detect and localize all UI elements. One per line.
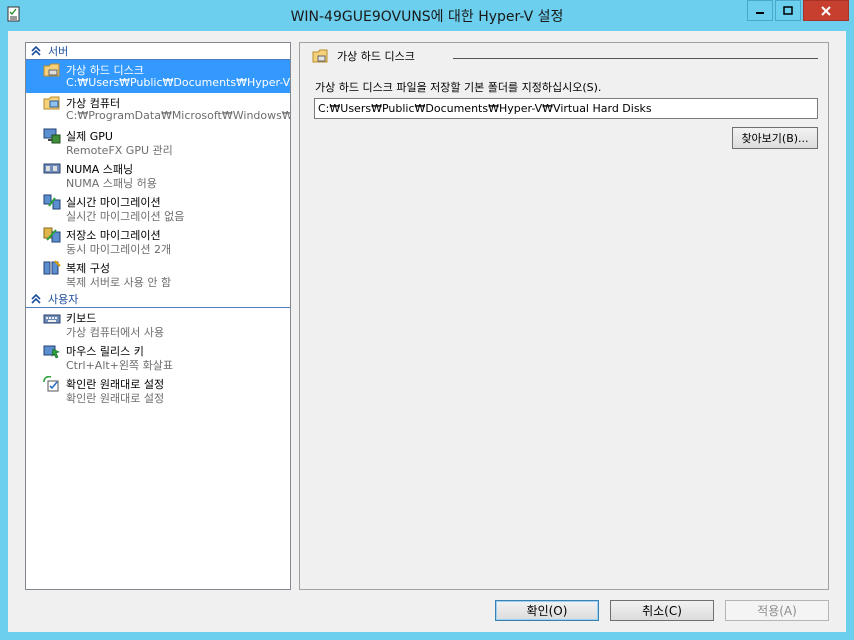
nav-item-title: 확인란 원래대로 설정 xyxy=(66,378,165,390)
mouse-release-icon xyxy=(43,345,60,359)
dialog-client-area: 서버 가상 하드 디스크 C:₩Users₩Public₩Documents₩H… xyxy=(8,31,846,632)
section-header-server[interactable]: 서버 xyxy=(26,43,290,60)
maximize-button[interactable] xyxy=(775,0,801,21)
folder-description: 가상 하드 디스크 파일을 저장할 기본 폴더를 지정하십시오(S). xyxy=(315,81,602,94)
settings-detail-pane: 가상 하드 디스크 가상 하드 디스크 파일을 저장할 기본 폴더를 지정하십시… xyxy=(299,42,829,590)
folder-icon xyxy=(312,49,328,62)
close-button[interactable] xyxy=(803,0,849,21)
cancel-button[interactable]: 취소(C) xyxy=(610,600,714,621)
nav-item-title: 복제 구성 xyxy=(66,262,110,274)
live-migration-icon xyxy=(43,194,61,210)
nav-item-subtitle: C:₩Users₩Public₩Documents₩Hyper-V... xyxy=(66,76,290,89)
numa-icon xyxy=(43,163,61,174)
section-header-label: 서버 xyxy=(48,45,69,58)
nav-item-title: NUMA 스패닝 xyxy=(66,163,134,175)
group-divider xyxy=(453,58,818,59)
nav-item-subtitle: 동시 마이그레이션 2개 xyxy=(66,243,172,256)
nav-item-mouse-release-key[interactable]: 마우스 릴리스 키 Ctrl+Alt+왼쪽 화살표 xyxy=(26,341,290,374)
nav-item-subtitle: RemoteFX GPU 관리 xyxy=(66,144,173,157)
nav-item-subtitle: 실시간 마이그레이션 없음 xyxy=(66,210,185,223)
nav-item-replication-configuration[interactable]: 복제 구성 복제 서버로 사용 안 함 xyxy=(26,258,290,291)
nav-item-subtitle: 확인란 원래대로 설정 xyxy=(66,392,165,405)
nav-item-subtitle: 가상 컴퓨터에서 사용 xyxy=(66,326,165,339)
nav-item-title: 키보드 xyxy=(66,312,97,324)
nav-item-virtual-hard-disks[interactable]: 가상 하드 디스크 C:₩Users₩Public₩Documents₩Hype… xyxy=(26,60,290,93)
nav-item-title: 마우스 릴리스 키 xyxy=(66,345,144,357)
collapse-chevron-icon xyxy=(31,45,41,56)
storage-migration-icon xyxy=(43,227,61,243)
replication-icon xyxy=(43,260,61,275)
folder-vm-icon xyxy=(43,96,60,110)
ok-button[interactable]: 확인(O) xyxy=(495,600,599,621)
nav-item-storage-migrations[interactable]: 저장소 마이그레이션 동시 마이그레이션 2개 xyxy=(26,225,290,258)
close-icon xyxy=(821,5,831,16)
nav-item-physical-gpu[interactable]: 실제 GPU RemoteFX GPU 관리 xyxy=(26,126,290,159)
nav-item-subtitle: Ctrl+Alt+왼쪽 화살표 xyxy=(66,359,173,372)
nav-item-subtitle: 복제 서버로 사용 안 함 xyxy=(66,276,172,289)
collapse-chevron-icon xyxy=(31,293,41,304)
nav-item-title: 가상 하드 디스크 xyxy=(66,64,144,76)
nav-item-numa-spanning[interactable]: NUMA 스패닝 NUMA 스패닝 허용 xyxy=(26,159,290,192)
folder-disk-icon xyxy=(43,63,60,77)
nav-item-reset-check-boxes[interactable]: 확인란 원래대로 설정 확인란 원래대로 설정 xyxy=(26,374,290,407)
nav-item-subtitle: C:₩ProgramData₩Microsoft₩Windows₩... xyxy=(66,109,290,122)
nav-item-virtual-machines[interactable]: 가상 컴퓨터 C:₩ProgramData₩Microsoft₩Windows₩… xyxy=(26,93,290,126)
checkbox-reset-icon xyxy=(43,376,59,392)
nav-item-title: 실시간 마이그레이션 xyxy=(66,196,161,208)
group-title: 가상 하드 디스크 xyxy=(312,48,415,64)
settings-window: WIN-49GUE9OVUNS에 대한 Hyper-V 설정 서버 가상 하드 … xyxy=(0,0,854,640)
minimize-button[interactable] xyxy=(747,0,773,21)
minimize-icon xyxy=(756,11,764,14)
browse-button[interactable]: 찾아보기(B)... xyxy=(732,127,818,149)
group-title-label: 가상 하드 디스크 xyxy=(337,50,415,63)
section-header-label: 사용자 xyxy=(48,293,79,306)
settings-nav-tree: 서버 가상 하드 디스크 C:₩Users₩Public₩Documents₩H… xyxy=(25,42,291,590)
section-header-user[interactable]: 사용자 xyxy=(26,291,290,308)
nav-item-title: 저장소 마이그레이션 xyxy=(66,229,161,241)
gpu-icon xyxy=(43,128,61,144)
maximize-icon xyxy=(783,5,793,15)
nav-item-keyboard[interactable]: 키보드 가상 컴퓨터에서 사용 xyxy=(26,308,290,341)
nav-item-subtitle: NUMA 스패닝 허용 xyxy=(66,177,157,190)
vhd-folder-path-input[interactable] xyxy=(314,98,818,119)
title-bar[interactable]: WIN-49GUE9OVUNS에 대한 Hyper-V 설정 xyxy=(0,0,854,30)
nav-item-title: 실제 GPU xyxy=(66,130,113,142)
nav-item-live-migrations[interactable]: 실시간 마이그레이션 실시간 마이그레이션 없음 xyxy=(26,192,290,225)
window-title: WIN-49GUE9OVUNS에 대한 Hyper-V 설정 xyxy=(290,9,564,25)
nav-item-title: 가상 컴퓨터 xyxy=(66,97,121,109)
keyboard-icon xyxy=(43,314,61,324)
apply-button[interactable]: 적용(A) xyxy=(725,600,829,621)
